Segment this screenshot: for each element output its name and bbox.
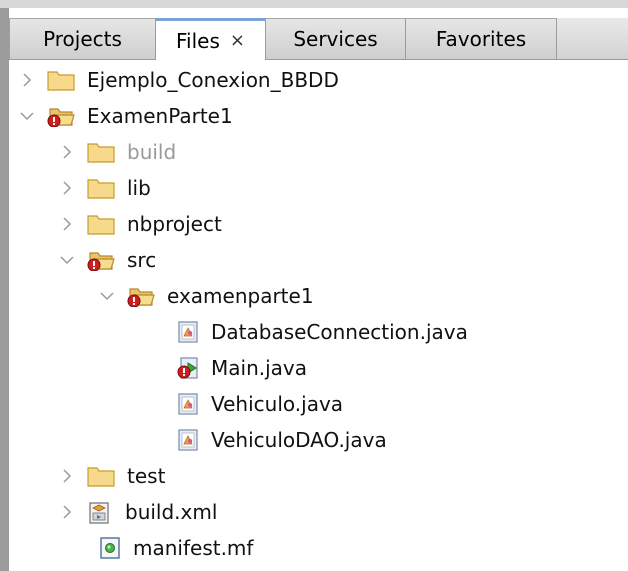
tab-label: Files [176, 28, 220, 53]
tree-node-manifest-mf[interactable]: manifest.mf [99, 531, 253, 565]
chevron-right-icon[interactable] [19, 70, 35, 90]
close-icon[interactable]: × [230, 30, 245, 51]
tree-node-label: nbproject [127, 212, 222, 236]
tree-node-lib[interactable]: lib [59, 171, 151, 205]
folder-icon [87, 141, 115, 163]
open-folder-error-icon [87, 249, 115, 272]
chevron-right-icon[interactable] [59, 502, 75, 522]
chevron-right-icon[interactable] [59, 142, 75, 162]
open-folder-error-icon [47, 105, 75, 128]
tree-node-label: examenparte1 [167, 284, 314, 308]
java-file-icon [177, 393, 199, 415]
tree-node-label: Main.java [211, 356, 308, 380]
tree-node-label: DatabaseConnection.java [211, 320, 468, 344]
window-top-strip [0, 0, 628, 8]
tree-node-test[interactable]: test [59, 459, 165, 493]
chevron-down-icon[interactable] [99, 286, 115, 306]
java-file-icon [177, 429, 199, 451]
tree-node-label: test [127, 464, 166, 488]
tree-node-build[interactable]: build [59, 135, 176, 169]
folder-icon [87, 177, 115, 199]
tree-node-label: manifest.mf [133, 536, 254, 560]
chevron-down-icon[interactable] [19, 106, 35, 126]
folder-icon [47, 69, 75, 91]
tree-node-examenparte1[interactable]: ExamenParte1 [19, 99, 233, 133]
tab-label: Favorites [435, 27, 527, 51]
manifest-file-icon [99, 537, 121, 559]
tab-projects[interactable]: Projects [9, 18, 156, 59]
tree-node-label: Ejemplo_Conexion_BBDD [87, 68, 339, 92]
tree-node-ejemplo-conexion-bbdd[interactable]: Ejemplo_Conexion_BBDD [19, 63, 339, 97]
xml-file-icon [87, 501, 113, 524]
tree-node-label: VehiculoDAO.java [211, 428, 387, 452]
files-window: Projects Files × Services Favorites Ejem… [0, 0, 628, 571]
tab-label: Projects [43, 27, 122, 51]
tree-node-src[interactable]: src [59, 243, 156, 277]
tab-favorites[interactable]: Favorites [406, 18, 557, 59]
file-tree: Ejemplo_Conexion_BBDD ExamenParte1 build [9, 61, 628, 571]
tab-label: Services [293, 27, 378, 51]
tree-node-label: build [127, 140, 177, 164]
window-left-border [0, 8, 9, 571]
tree-node-vehiculo-java[interactable]: Vehiculo.java [177, 387, 343, 421]
java-file-icon [177, 321, 199, 343]
tree-node-examenparte1-package[interactable]: examenparte1 [99, 279, 314, 313]
tree-node-label: build.xml [125, 500, 218, 524]
open-folder-error-icon [127, 285, 155, 308]
tree-node-databaseconnection-java[interactable]: DatabaseConnection.java [177, 315, 468, 349]
java-main-error-icon [177, 357, 199, 379]
tree-node-main-java[interactable]: Main.java [177, 351, 307, 385]
tree-node-nbproject[interactable]: nbproject [59, 207, 222, 241]
chevron-down-icon[interactable] [59, 250, 75, 270]
tree-node-build-xml[interactable]: build.xml [59, 495, 217, 529]
tree-node-label: lib [127, 176, 151, 200]
chevron-right-icon[interactable] [59, 178, 75, 198]
tree-node-label: Vehiculo.java [211, 392, 344, 416]
tab-bar: Projects Files × Services Favorites [9, 18, 628, 60]
folder-icon [87, 465, 115, 487]
tree-node-label: src [127, 248, 157, 272]
tab-services[interactable]: Services [266, 18, 406, 59]
tab-files[interactable]: Files × [156, 18, 266, 60]
folder-icon [87, 213, 115, 235]
tree-node-vehiculodao-java[interactable]: VehiculoDAO.java [177, 423, 387, 457]
tree-node-label: ExamenParte1 [87, 104, 233, 128]
chevron-right-icon[interactable] [59, 214, 75, 234]
chevron-right-icon[interactable] [59, 466, 75, 486]
